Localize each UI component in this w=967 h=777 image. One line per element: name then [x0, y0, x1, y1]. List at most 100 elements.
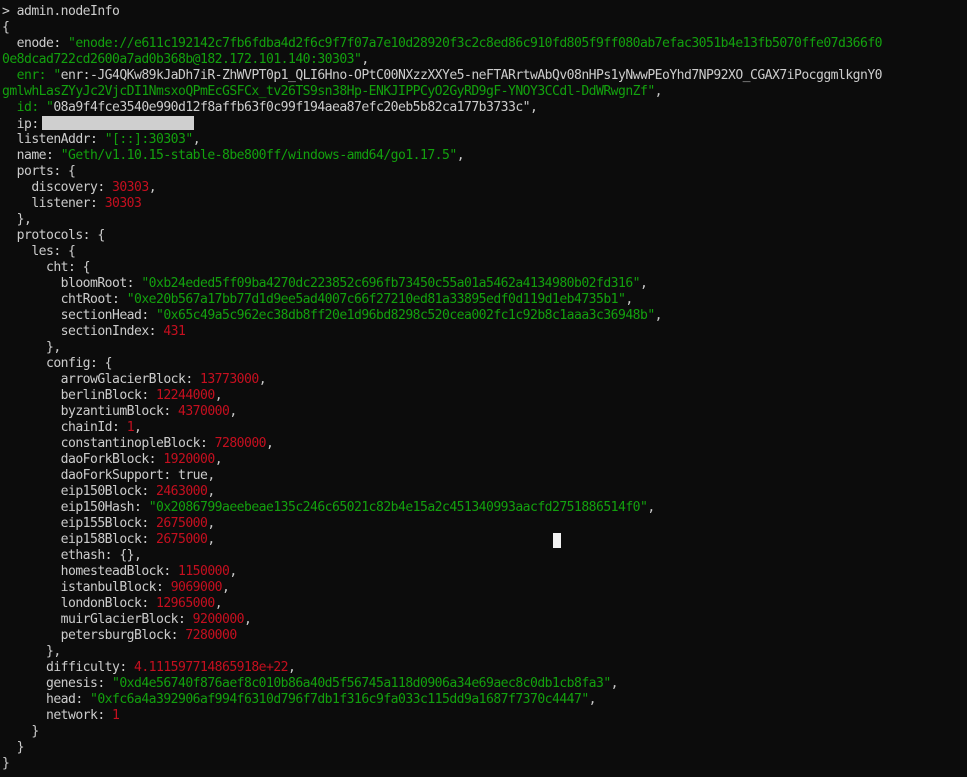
output-line: difficulty: 4.111597714865918e+22, [2, 660, 296, 675]
number-value: 12244000 [156, 388, 215, 403]
json-key: les: [2, 244, 61, 259]
output-line: constantinopleBlock: 7280000, [2, 436, 274, 451]
redacted-ip-block [41, 116, 194, 130]
json-key: }, [2, 340, 61, 355]
string-value: "enode://e611c192142c7fb6fdba4d2f6c9f7f0… [68, 36, 883, 51]
number-value: 13773000 [200, 372, 259, 387]
output-line: name: "Geth/v1.10.15-stable-8be800ff/win… [2, 148, 465, 163]
output-line: config: { [2, 356, 113, 371]
string-value: "0xfc6a4a392906af994f6310d796f7db1f316c9… [90, 692, 589, 707]
string-value: "Geth/v1.10.15-stable-8be800ff/windows-a… [60, 148, 458, 163]
output-line: ip: [0, 116, 967, 132]
json-key: eip150Hash: [2, 500, 142, 515]
string-value: "0xd4e56740f876aef8c010b86a40d5f56745a11… [112, 676, 611, 691]
number-value: 1 [112, 708, 120, 723]
output-line: chtRoot: "0xe20b567a17bb77d1d9ee5ad4007c… [2, 292, 634, 307]
json-key: discovery: [2, 180, 105, 195]
output-line: petersburgBlock: 7280000 [0, 628, 967, 644]
output-line: istanbulBlock: 9069000, [2, 580, 230, 595]
terminal-window[interactable]: > admin.nodeInfo { enode: "enode://e611c… [0, 0, 967, 777]
json-key: arrowGlacierBlock: [2, 372, 194, 387]
json-key: daoForkSupport: [2, 468, 172, 483]
output-line: } [0, 724, 967, 740]
json-key: listenAddr: [2, 132, 98, 147]
json-key: cht: [2, 260, 76, 275]
output-line: 0e8dcad722cd2600a7ad0b368b@182.172.101.1… [2, 52, 369, 67]
output-line: bloomRoot: "0xb24eded5ff09ba4270dc223852… [2, 276, 648, 291]
number-value: 2675000 [156, 516, 208, 531]
output-line: id: "08a9f4fce3540e990d12f8affb63f0c99f1… [2, 100, 538, 115]
number-value: 1150000 [178, 564, 230, 579]
output-line: chainId: 1, [2, 420, 142, 435]
json-key: protocols: [2, 228, 91, 243]
output-line: enr: "enr:-JG4QKw89kJaDh7iR-ZhWVPT0p1_QL… [2, 68, 883, 83]
output-line: eip158Block: 2675000, [2, 532, 216, 547]
json-key: config: [2, 356, 98, 371]
json-key: petersburgBlock: [2, 628, 179, 643]
string-value: 0e8dcad722cd2600a7ad0b368b@182.172.101.1… [2, 52, 362, 67]
output-line: gmlwhLasZYyJc2VjcDI1NmsxoQPmEcGSFCx_tv26… [2, 84, 663, 99]
output-line: }, [0, 212, 967, 228]
json-key: listener: [2, 196, 98, 211]
json-key: eip150Block: [2, 484, 150, 499]
output-line: } [0, 756, 967, 772]
json-key: head: [2, 692, 83, 707]
output-line: head: "0xfc6a4a392906af994f6310d796f7db1… [2, 692, 597, 707]
output-line: eip155Block: 2675000, [2, 516, 216, 531]
json-key: istanbulBlock: [2, 580, 164, 595]
number-value: 30303 [112, 180, 149, 195]
output-line: network: 1 [0, 708, 967, 724]
command-text: > admin.nodeInfo [2, 4, 120, 19]
output-line: listener: 30303 [0, 196, 967, 212]
string-value: "0x2086799aeebeae135c246c65021c82b4e15a2… [148, 500, 648, 515]
json-key: sectionHead: [2, 308, 150, 323]
json-key: londonBlock: [2, 596, 150, 611]
json-key: eip155Block: [2, 516, 150, 531]
number-value: 1 [126, 420, 135, 435]
string-value: id: " [2, 100, 54, 115]
output-line: enode: "enode://e611c192142c7fb6fdba4d2f… [0, 36, 967, 52]
number-value: 2463000 [156, 484, 208, 499]
json-key: network: [2, 708, 105, 723]
number-value: 1920000 [163, 452, 215, 467]
output-line: protocols: { [2, 228, 106, 243]
json-key: eip158Block: [2, 532, 150, 547]
json-key: sectionIndex: [2, 324, 157, 339]
number-value: 7280000 [214, 436, 267, 451]
number-value: 12965000 [156, 596, 215, 611]
output-line: discovery: 30303, [2, 180, 157, 195]
output-line: } [0, 740, 967, 756]
string-value: gmlwhLasZYyJc2VjcDI1NmsxoQPmEcGSFCx_tv26… [2, 84, 655, 99]
json-key: berlinBlock: [2, 388, 150, 403]
number-value: 7280000 [185, 628, 237, 643]
output-line: sectionHead: "0x65c49a5c962ec38db8ff20e1… [2, 308, 663, 323]
output-line: daoForkSupport: true, [2, 468, 216, 483]
output-line: { [0, 20, 967, 36]
output-line: }, [0, 340, 967, 356]
json-key: } [2, 724, 39, 739]
number-value: 30303 [104, 196, 142, 211]
terminal-output: { enode: "enode://e611c192142c7fb6fdba4d… [0, 20, 967, 772]
output-line: berlinBlock: 12244000, [2, 388, 223, 403]
json-key: difficulty: [2, 660, 127, 675]
json-key: enode: [2, 36, 62, 51]
json-key: } [2, 756, 10, 771]
output-line: londonBlock: 12965000, [2, 596, 223, 611]
json-key: ip: [2, 117, 40, 132]
string-value: "0xb24eded5ff09ba4270dc223852c696fb73450… [141, 276, 640, 291]
json-key: homesteadBlock: [2, 564, 172, 579]
json-key: chainId: [2, 420, 120, 435]
string-value: "0x65c49a5c962ec38db8ff20e1d96bd8298c520… [156, 308, 655, 323]
text-cursor [553, 533, 561, 548]
output-line: genesis: "0xd4e56740f876aef8c010b86a40d5… [2, 676, 619, 691]
output-line: listenAddr: "[::]:30303", [2, 132, 201, 147]
number-value: 4370000 [178, 404, 230, 419]
string-value: "[::]:30303" [104, 132, 194, 147]
json-key: name: [2, 148, 54, 163]
number-value: 2675000 [156, 532, 208, 547]
output-line: byzantiumBlock: 4370000, [2, 404, 238, 419]
output-line: }, [0, 644, 967, 660]
output-line: les: { [2, 244, 76, 259]
json-key: muirGlacierBlock: [2, 612, 186, 627]
output-line: cht: { [2, 260, 91, 275]
